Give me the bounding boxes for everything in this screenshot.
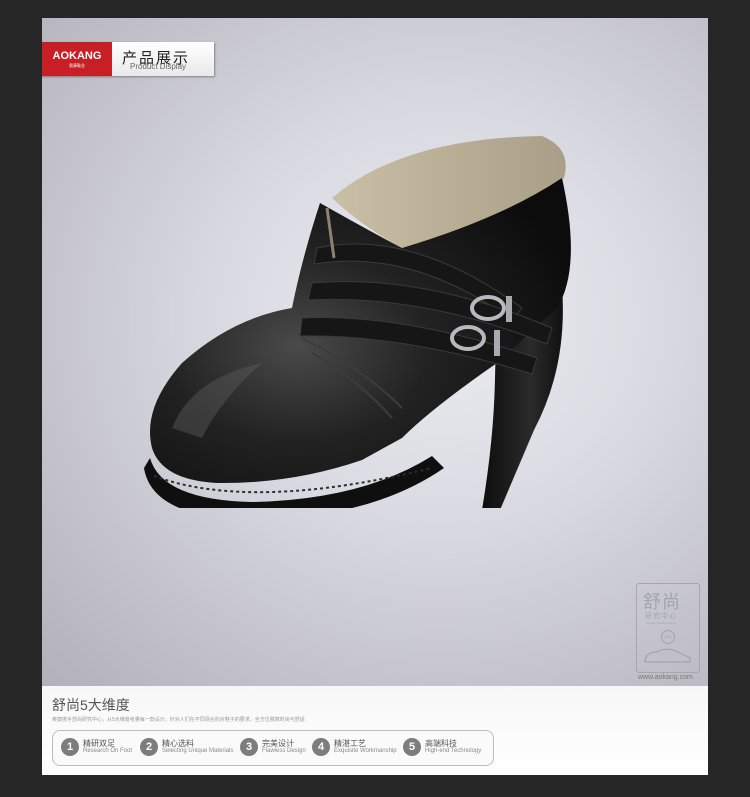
- stamp-subtitle: 研究中心: [645, 613, 677, 620]
- dimension-label-en: Selecting Unique Materials: [162, 748, 234, 754]
- shushang-research-stamp: 舒尚 研究中心 comfort fashion center CRC: [636, 583, 700, 673]
- stamp-tiny-text: comfort fashion center: [647, 621, 677, 625]
- badge-subtitle: Product Display: [130, 62, 187, 71]
- dimension-label-en: High-end Technology: [425, 748, 482, 754]
- product-display-badge: AOKANG 奥康鞋业 产品展示 Product Display: [42, 42, 214, 76]
- dimension-number: 2: [140, 738, 158, 756]
- logo-subtext: 奥康鞋业: [69, 62, 85, 68]
- product-photo: AOKANG 奥康鞋业 产品展示 Product Display 舒尚 研究中心…: [42, 18, 708, 686]
- logo-text: AOKANG: [52, 49, 102, 62]
- dimensions-list: 1 精研双足 Research On Foot 2 精心选料 Selecting…: [52, 730, 494, 766]
- dimension-label-en: Exquisite Workmanship: [334, 748, 397, 754]
- dimensions-panel: 舒尚5大维度 奥康携手舒尚研究中心，从5大维度考量每一款设计，针对人们在不同场合…: [42, 686, 708, 775]
- dimension-number: 5: [403, 738, 421, 756]
- dimensions-description: 奥康携手舒尚研究中心，从5大维度考量每一款设计，针对人们在不同场合的对鞋子的要求…: [52, 717, 305, 723]
- product-display-frame: AOKANG 奥康鞋业 产品展示 Product Display 舒尚 研究中心…: [42, 18, 708, 775]
- badge-title-box: 产品展示 Product Display: [112, 42, 214, 76]
- dimensions-title: 舒尚5大维度: [52, 697, 130, 713]
- dimension-label-en: Research On Foot: [83, 748, 133, 754]
- aokang-logo: AOKANG 奥康鞋业: [42, 42, 112, 76]
- dimension-label-en: Flawless Design: [262, 748, 306, 754]
- website-url[interactable]: www.aokang.com: [638, 674, 693, 681]
- dimension-number: 4: [312, 738, 330, 756]
- ankle-boot-image: [144, 136, 571, 508]
- stamp-circle: CRC: [661, 630, 675, 644]
- dimension-number: 3: [240, 738, 258, 756]
- dimension-number: 1: [61, 738, 79, 756]
- shoe-outline-icon: [644, 648, 691, 663]
